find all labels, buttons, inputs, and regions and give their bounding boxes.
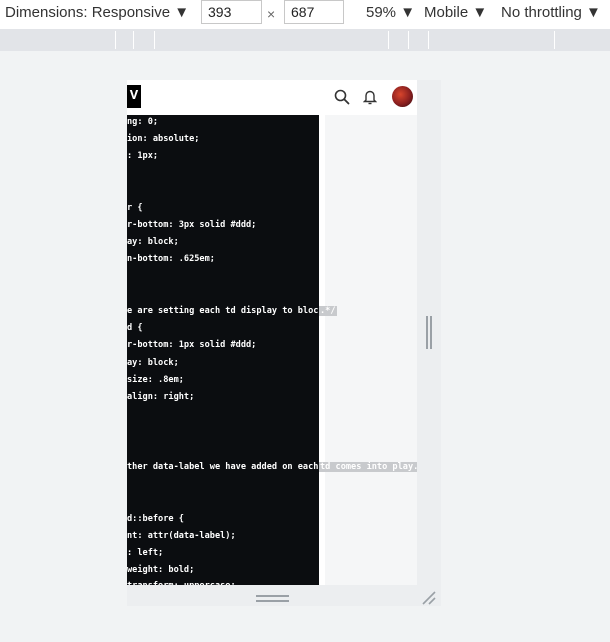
- code-line: d::before {: [127, 514, 184, 524]
- overflow-text: .*/: [319, 306, 337, 316]
- resize-corner-icon[interactable]: [421, 590, 437, 606]
- device-type-dropdown[interactable]: Mobile ▼: [424, 4, 487, 21]
- code-line: : left;: [127, 548, 164, 558]
- dimension-separator: ×: [267, 6, 276, 22]
- code-line: weight: bold;: [127, 565, 195, 575]
- site-logo[interactable]: V: [127, 85, 141, 108]
- throttling-dropdown[interactable]: No throttling ▼: [501, 4, 601, 21]
- code-line: : 1px;: [127, 151, 159, 161]
- right-resize-handle-line: [430, 316, 432, 349]
- code-line: ay: block;: [127, 358, 179, 368]
- code-line: e are setting each td display to block: [127, 306, 324, 316]
- bottom-resize-handle-line: [256, 600, 289, 602]
- code-line: nt: attr(data-label);: [127, 531, 236, 541]
- code-line: ion: absolute;: [127, 134, 200, 144]
- code-line: r {: [127, 203, 143, 213]
- height-input[interactable]: 687: [284, 0, 344, 24]
- search-icon[interactable]: [334, 89, 350, 105]
- site-header: V: [127, 80, 417, 116]
- code-line: r-bottom: 1px solid #ddd;: [127, 340, 257, 350]
- emulated-page: V ng: 0; ion: absolute; : 1px; r { r-bot…: [127, 80, 417, 585]
- zoom-dropdown[interactable]: 59% ▼: [366, 4, 415, 21]
- code-line: r-bottom: 3px solid #ddd;: [127, 220, 257, 230]
- bell-icon[interactable]: [363, 89, 377, 105]
- media-query-bar[interactable]: [0, 29, 610, 51]
- code-line: n-bottom: .625em;: [127, 254, 215, 264]
- code-line: ng: 0;: [127, 117, 159, 127]
- code-line: transform: uppercase;: [127, 581, 236, 585]
- device-toolbar: Dimensions: Responsive ▼ 393 × 687 59% ▼…: [0, 0, 610, 28]
- avatar[interactable]: [392, 86, 413, 107]
- side-pane: [325, 115, 417, 585]
- bottom-resize-handle[interactable]: [256, 595, 289, 597]
- code-line: size: .8em;: [127, 375, 184, 385]
- overflow-text: td comes into play.: [319, 462, 417, 472]
- code-line: ther data-label we have added on each: [127, 462, 319, 472]
- dimensions-dropdown[interactable]: Dimensions: Responsive ▼: [5, 4, 189, 21]
- code-line: d {: [127, 323, 143, 333]
- code-line: ay: block;: [127, 237, 179, 247]
- right-resize-handle[interactable]: [426, 316, 428, 349]
- code-line: align: right;: [127, 392, 195, 402]
- width-input[interactable]: 393: [201, 0, 262, 24]
- code-block: ng: 0; ion: absolute; : 1px; r { r-botto…: [127, 115, 324, 585]
